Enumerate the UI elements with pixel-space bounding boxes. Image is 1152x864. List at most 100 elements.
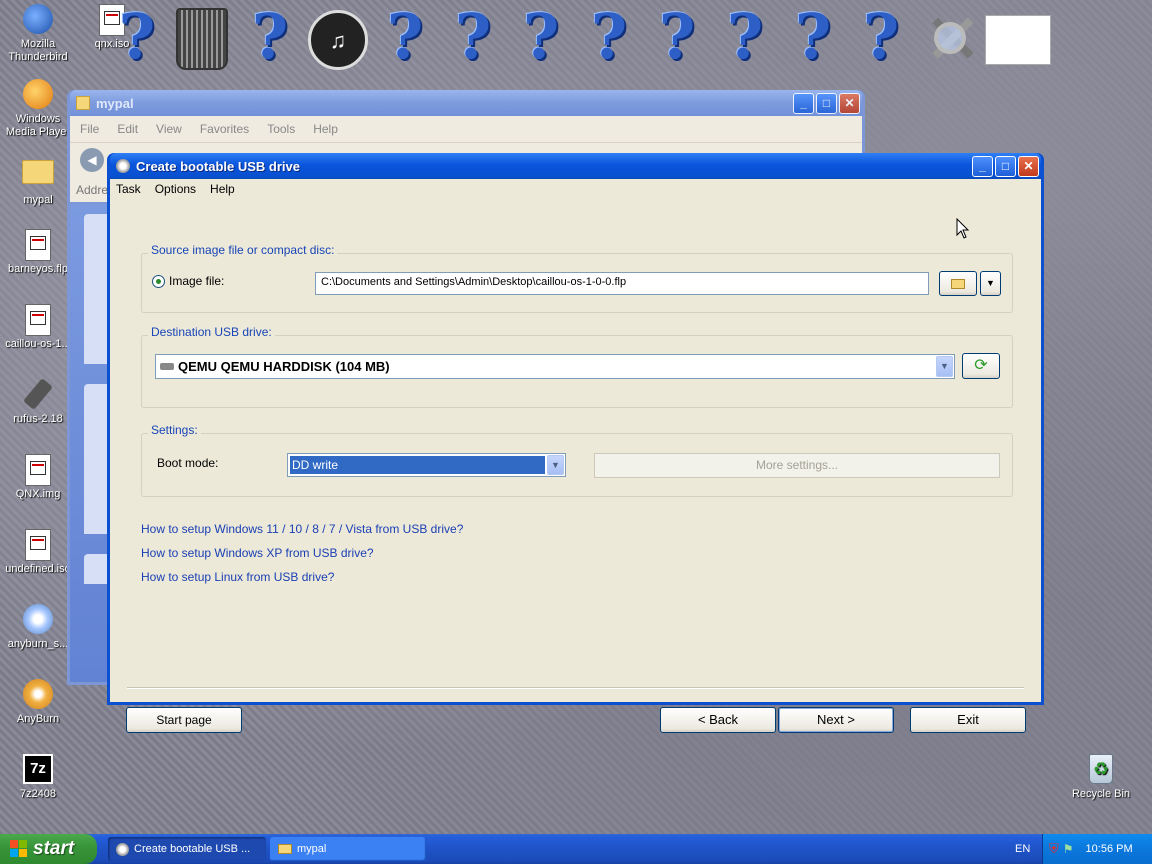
- desktop-icon-label: caillou-os-1...: [5, 338, 71, 350]
- desktop-icon-label: Windows Media Player: [5, 113, 71, 138]
- close-button[interactable]: ✕: [839, 92, 860, 114]
- desktop-icon-recycle-bin[interactable]: ♻ Recycle Bin: [1063, 754, 1139, 801]
- taskbar-item-create-usb[interactable]: Create bootable USB ...: [108, 837, 266, 861]
- desktop-icon-label: rufus-2.18: [13, 413, 63, 425]
- security-shield-icon[interactable]: ⛨: [1049, 841, 1059, 857]
- browse-button[interactable]: [939, 271, 977, 296]
- desktop-icon-qnx-img[interactable]: QNX.img: [0, 454, 76, 501]
- sticky-note-icon[interactable]: [985, 15, 1051, 65]
- boot-mode-select[interactable]: DD write ▼: [287, 453, 566, 477]
- 7zip-icon: 7z: [22, 754, 54, 786]
- disk-image-icon: [22, 229, 54, 261]
- usb-menubar: Task Options Help: [110, 179, 1041, 199]
- radio-button-icon[interactable]: [152, 274, 165, 288]
- chevron-down-icon[interactable]: ▼: [547, 455, 564, 475]
- next-button[interactable]: Next >: [778, 707, 894, 733]
- music-gauge-icon[interactable]: ♫: [308, 10, 368, 70]
- minimize-button[interactable]: _: [793, 92, 814, 114]
- desktop-icon-7zip[interactable]: 7z 7z2408: [0, 754, 76, 801]
- destination-group: Destination USB drive: QEMU QEMU HARDDIS…: [141, 325, 1013, 408]
- taskbar-item-mypal[interactable]: mypal: [270, 837, 426, 861]
- menu-help[interactable]: Help: [313, 122, 338, 136]
- folder-icon: [278, 844, 292, 854]
- anyburn-icon: [22, 679, 54, 711]
- back-arrow-icon[interactable]: ◀: [80, 148, 104, 172]
- chevron-down-icon: ▼: [986, 278, 995, 288]
- desktop-icon-barneyos[interactable]: barneyos.flp: [0, 229, 76, 276]
- question-mark-icon[interactable]: ?: [380, 2, 430, 72]
- trash-can-icon[interactable]: [176, 8, 228, 70]
- app-icon: [116, 842, 129, 856]
- desktop-icon-label: undefined.iso: [5, 563, 71, 575]
- desktop-icon-mypal[interactable]: mypal: [0, 154, 76, 207]
- mypal-titlebar[interactable]: mypal _ □ ✕: [70, 90, 862, 116]
- chevron-down-icon[interactable]: ▼: [936, 356, 953, 377]
- usb-drive-value: QEMU QEMU HARDDISK (104 MB): [178, 359, 390, 374]
- image-file-radio[interactable]: Image file:: [152, 274, 224, 288]
- maximize-button[interactable]: □: [995, 155, 1016, 177]
- question-mark-icon[interactable]: ?: [245, 2, 295, 72]
- thunderbird-icon: [22, 4, 54, 36]
- link-setup-windows-xp[interactable]: How to setup Windows XP from USB drive?: [141, 546, 374, 560]
- desktop-icon-anyburn[interactable]: AnyBurn: [0, 679, 76, 726]
- desktop-icon-label: mypal: [23, 194, 53, 206]
- desktop-icon-rufus[interactable]: rufus-2.18: [0, 378, 76, 426]
- destination-group-label: Destination USB drive:: [148, 325, 275, 339]
- network-icon[interactable]: ⚑: [1063, 842, 1074, 856]
- question-mark-icon[interactable]: ?: [584, 2, 634, 72]
- boot-mode-label: Boot mode:: [157, 456, 219, 470]
- create-usb-window[interactable]: Create bootable USB drive _ □ ✕ Task Opt…: [107, 153, 1044, 733]
- question-mark-icon[interactable]: ?: [652, 2, 702, 72]
- browse-dropdown-button[interactable]: ▼: [980, 271, 1001, 296]
- question-mark-icon[interactable]: ?: [112, 2, 162, 72]
- exit-button[interactable]: Exit: [910, 707, 1026, 733]
- menu-file[interactable]: File: [80, 122, 99, 136]
- language-indicator[interactable]: EN: [1015, 843, 1030, 855]
- more-settings-button[interactable]: More settings...: [594, 453, 1000, 478]
- system-tray: ⛨ ⚑ 10:56 PM: [1042, 834, 1152, 864]
- folder-icon: [951, 279, 965, 289]
- back-button[interactable]: < Back: [660, 707, 776, 733]
- disk-image-icon: [22, 304, 54, 336]
- mypal-task-pane: [70, 204, 114, 682]
- desktop-icon-label: Mozilla Thunderbird: [8, 38, 68, 63]
- question-mark-icon[interactable]: ?: [516, 2, 566, 72]
- desktop-icon-caillou[interactable]: caillou-os-1...: [0, 304, 76, 351]
- source-group-label: Source image file or compact disc:: [148, 243, 338, 257]
- menu-view[interactable]: View: [156, 122, 182, 136]
- start-page-button[interactable]: Start page: [126, 707, 242, 733]
- menu-help[interactable]: Help: [210, 182, 235, 196]
- desktop-icon-undefined-iso[interactable]: undefined.iso: [0, 529, 76, 576]
- installer-icon: [22, 604, 54, 636]
- usb-titlebar[interactable]: Create bootable USB drive _ □ ✕: [110, 153, 1041, 179]
- link-setup-windows-modern[interactable]: How to setup Windows 11 / 10 / 8 / 7 / V…: [141, 522, 463, 536]
- taskbar-item-label: mypal: [297, 843, 327, 855]
- refresh-button[interactable]: ⟳: [962, 353, 1000, 379]
- desktop-icon-anyburn-setup[interactable]: anyburn_s...: [0, 604, 76, 651]
- close-button[interactable]: ✕: [1018, 155, 1039, 177]
- menu-task[interactable]: Task: [116, 182, 141, 196]
- image-path-field[interactable]: C:\Documents and Settings\Admin\Desktop\…: [315, 272, 929, 295]
- clock[interactable]: 10:56 PM: [1086, 843, 1133, 855]
- settings-group: Settings: Boot mode: DD write ▼ More set…: [141, 423, 1013, 497]
- question-mark-icon[interactable]: ?: [788, 2, 838, 72]
- windows-logo-icon: [10, 840, 28, 858]
- question-mark-icon[interactable]: ?: [720, 2, 770, 72]
- link-setup-linux[interactable]: How to setup Linux from USB drive?: [141, 570, 334, 584]
- app-icon: [116, 159, 130, 173]
- minimize-button[interactable]: _: [972, 155, 993, 177]
- desktop-icon-thunderbird[interactable]: Mozilla Thunderbird: [0, 4, 76, 64]
- taskbar-item-label: Create bootable USB ...: [134, 843, 251, 855]
- tools-magnifier-icon[interactable]: [920, 10, 980, 70]
- maximize-button[interactable]: □: [816, 92, 837, 114]
- menu-edit[interactable]: Edit: [117, 122, 138, 136]
- usb-drive-select[interactable]: QEMU QEMU HARDDISK (104 MB) ▼: [155, 354, 955, 379]
- usb-icon: [22, 378, 54, 411]
- menu-favorites[interactable]: Favorites: [200, 122, 249, 136]
- menu-tools[interactable]: Tools: [267, 122, 295, 136]
- start-button[interactable]: start: [0, 834, 97, 864]
- menu-options[interactable]: Options: [155, 182, 196, 196]
- question-mark-icon[interactable]: ?: [856, 2, 906, 72]
- desktop-icon-media-player[interactable]: Windows Media Player: [0, 79, 76, 139]
- question-mark-icon[interactable]: ?: [448, 2, 498, 72]
